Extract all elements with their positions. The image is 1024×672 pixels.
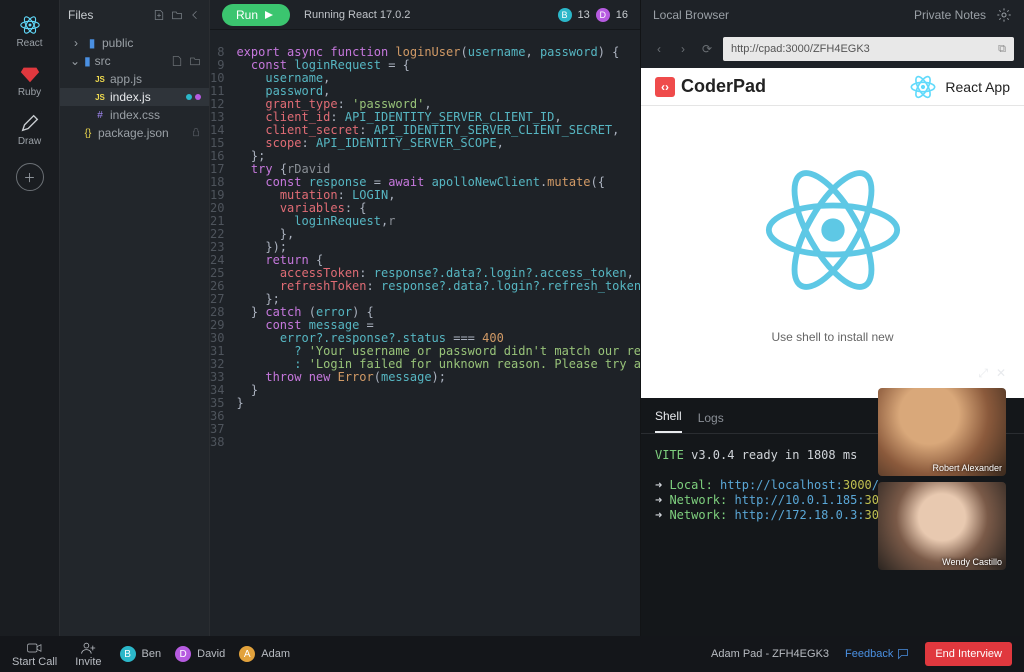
ruby-icon <box>19 63 41 85</box>
browser-title: Local Browser <box>653 8 729 22</box>
tree-label: public <box>102 36 133 50</box>
tree-label: src <box>95 54 111 68</box>
bottom-user[interactable]: D David <box>175 646 225 662</box>
tree-file-indexjs[interactable]: JS index.js <box>60 88 209 106</box>
participant-name: Wendy Castillo <box>942 557 1002 567</box>
tab-shell[interactable]: Shell <box>655 409 682 433</box>
tab-logs[interactable]: Logs <box>698 411 724 433</box>
presence-count: 16 <box>616 9 628 21</box>
chevron-down-icon: ⌄ <box>70 54 80 68</box>
code-source[interactable]: export async function loginUser(username… <box>234 30 640 636</box>
rail-label: Draw <box>18 136 41 147</box>
invite-label: Invite <box>75 656 101 668</box>
new-file-icon[interactable] <box>171 55 183 67</box>
rail-item-react[interactable]: React <box>6 8 54 57</box>
user-badge: D <box>175 646 191 662</box>
new-folder-icon[interactable] <box>189 55 201 67</box>
private-notes-link[interactable]: Private Notes <box>914 8 986 22</box>
js-icon: JS <box>94 73 106 85</box>
user-name: Adam <box>261 648 290 660</box>
feedback-label: Feedback <box>845 648 893 660</box>
preview-hint: Use shell to install new <box>771 330 893 344</box>
nav-reload-icon[interactable]: ⟳ <box>699 42 715 56</box>
video-participant[interactable]: Robert Alexander <box>878 388 1006 476</box>
tree-file-packagejson[interactable]: {} package.json <box>60 124 209 142</box>
expand-icon[interactable]: ⤢ <box>978 366 988 382</box>
pad-label: Adam Pad - ZFH4EGK3 <box>711 648 829 660</box>
presence-badge: B <box>558 8 572 22</box>
react-icon <box>19 14 41 36</box>
run-button[interactable]: Run <box>222 4 290 26</box>
chevron-right-icon: › <box>70 37 82 49</box>
video-icon <box>27 641 43 655</box>
bottom-user[interactable]: B Ben <box>120 646 162 662</box>
nav-forward-icon[interactable]: › <box>675 42 691 56</box>
editor-status: Running React 17.0.2 <box>304 9 410 21</box>
run-label: Run <box>236 8 258 22</box>
tree-file-appjs[interactable]: JS app.js <box>60 70 209 88</box>
close-icon[interactable]: ✕ <box>996 366 1006 382</box>
chat-icon <box>897 648 909 660</box>
presence-count: 13 <box>578 9 590 21</box>
end-interview-button[interactable]: End Interview <box>925 642 1012 666</box>
js-icon: JS <box>94 91 106 103</box>
preview-app-label: React App <box>945 79 1010 95</box>
folder-icon: ▮ <box>84 54 91 68</box>
person-add-icon <box>80 641 96 655</box>
line-gutter: 8910111213141516171819202122232425262728… <box>210 30 234 636</box>
tree-label: index.css <box>110 108 160 122</box>
rail-item-draw[interactable]: Draw <box>6 106 54 155</box>
new-folder-icon[interactable] <box>171 9 183 21</box>
collapse-panel-icon[interactable] <box>189 9 201 21</box>
rail-label: Ruby <box>18 87 41 98</box>
invite-button[interactable]: Invite <box>75 641 101 668</box>
nav-back-icon[interactable]: ‹ <box>651 42 667 56</box>
open-external-icon[interactable]: ⧉ <box>998 43 1006 56</box>
tree-file-indexcss[interactable]: # index.css <box>60 106 209 124</box>
video-overlay[interactable]: ⤢ ✕ Robert Alexander Wendy Castillo <box>878 366 1006 570</box>
presence-badge: D <box>596 8 610 22</box>
coderpad-logo: ‹› CoderPad <box>655 76 766 97</box>
editor-presence: B 13 D 16 <box>558 8 629 22</box>
files-title: Files <box>68 8 93 22</box>
folder-icon: ▮ <box>86 37 98 49</box>
gear-icon[interactable] <box>996 7 1012 23</box>
add-tab-button[interactable]: ＋ <box>16 163 44 191</box>
pencil-icon <box>19 112 41 134</box>
bottom-user[interactable]: A Adam <box>239 646 290 662</box>
tree-label: package.json <box>98 126 169 140</box>
react-hero-icon <box>763 160 903 300</box>
rail-label: React <box>16 38 42 49</box>
play-icon <box>264 10 274 20</box>
react-icon <box>909 73 937 101</box>
tree-label: index.js <box>110 90 151 104</box>
video-participant[interactable]: Wendy Castillo <box>878 482 1006 570</box>
tree-folder-public[interactable]: › ▮ public <box>60 34 209 52</box>
participant-name: Robert Alexander <box>932 463 1002 473</box>
coderpad-mark-icon: ‹› <box>655 77 675 97</box>
user-name: Ben <box>142 648 162 660</box>
lock-icon <box>191 126 201 140</box>
url-bar[interactable]: http://cpad:3000/ZFH4EGK3 ⧉ <box>723 37 1014 61</box>
url-text: http://cpad:3000/ZFH4EGK3 <box>731 43 870 55</box>
tree-label: app.js <box>110 72 142 86</box>
new-file-icon[interactable] <box>153 9 165 21</box>
presence-dots <box>186 94 201 100</box>
coderpad-wordmark: CoderPad <box>681 76 766 97</box>
rail-item-ruby[interactable]: Ruby <box>6 57 54 106</box>
start-call-label: Start Call <box>12 656 57 668</box>
user-badge: A <box>239 646 255 662</box>
css-icon: # <box>94 109 106 121</box>
user-name: David <box>197 648 225 660</box>
start-call-button[interactable]: Start Call <box>12 641 57 668</box>
user-badge: B <box>120 646 136 662</box>
json-icon: {} <box>82 127 94 139</box>
feedback-link[interactable]: Feedback <box>845 648 909 660</box>
